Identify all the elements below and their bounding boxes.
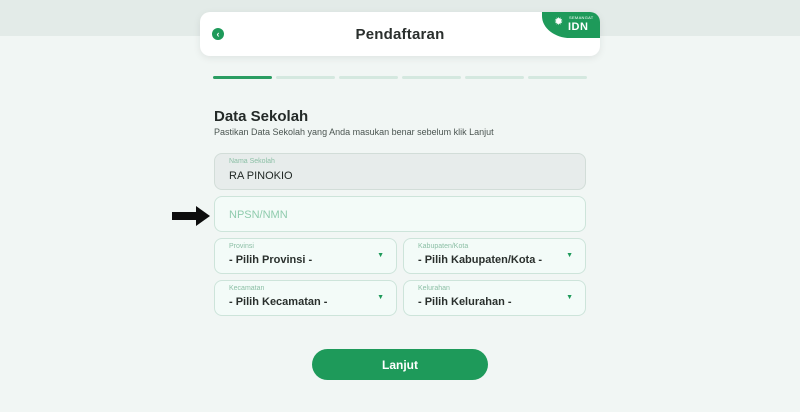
arrow-right-icon <box>172 206 210 226</box>
city-select[interactable]: Kabupaten/Kota - Pilih Kabupaten/Kota - … <box>403 238 586 274</box>
city-label: Kabupaten/Kota <box>418 243 469 250</box>
village-select[interactable]: Kelurahan - Pilih Kelurahan - ▼ <box>403 280 586 316</box>
step-indicator-3 <box>339 76 398 79</box>
caret-down-icon: ▼ <box>566 294 573 301</box>
school-name-value: RA PINOKIO <box>229 170 293 182</box>
province-select[interactable]: Provinsi - Pilih Provinsi - ▼ <box>214 238 397 274</box>
brand-logo: IDN <box>568 21 589 33</box>
step-indicator-1 <box>213 76 272 79</box>
school-name-label: Nama Sekolah <box>229 158 275 165</box>
district-select[interactable]: Kecamatan - Pilih Kecamatan - ▼ <box>214 280 397 316</box>
village-label: Kelurahan <box>418 285 450 292</box>
page-title: Pendaftaran <box>355 25 445 43</box>
step-indicator-6 <box>528 76 587 79</box>
village-value: - Pilih Kelurahan - <box>418 296 512 308</box>
school-name-field: Nama Sekolah RA PINOKIO <box>214 153 586 190</box>
chevron-left-icon: ‹ <box>216 28 220 39</box>
district-value: - Pilih Kecamatan - <box>229 296 328 308</box>
back-button[interactable]: ‹ <box>212 28 224 40</box>
section-title: Data Sekolah <box>214 108 309 125</box>
step-indicator-2 <box>276 76 335 79</box>
caret-down-icon: ▼ <box>377 252 384 259</box>
section-subtitle: Pastikan Data Sekolah yang Anda masukan … <box>214 127 494 137</box>
district-label: Kecamatan <box>229 285 265 292</box>
province-value: - Pilih Provinsi - <box>229 254 313 266</box>
step-indicator-5 <box>465 76 524 79</box>
caret-down-icon: ▼ <box>377 294 384 301</box>
province-label: Provinsi <box>229 243 254 250</box>
npsn-input[interactable]: NPSN/NMN <box>214 196 586 232</box>
npsn-placeholder: NPSN/NMN <box>229 209 288 221</box>
brand-small-text: SEMANGAT <box>569 15 594 20</box>
step-indicator-4 <box>402 76 461 79</box>
header-bar: Pendaftaran ‹ ✹ SEMANGAT IDN <box>200 12 600 56</box>
sun-icon: ✹ <box>554 16 564 28</box>
caret-down-icon: ▼ <box>566 252 573 259</box>
city-value: - Pilih Kabupaten/Kota - <box>418 254 543 266</box>
progress-steps <box>213 76 587 79</box>
next-button[interactable]: Lanjut <box>312 349 488 380</box>
